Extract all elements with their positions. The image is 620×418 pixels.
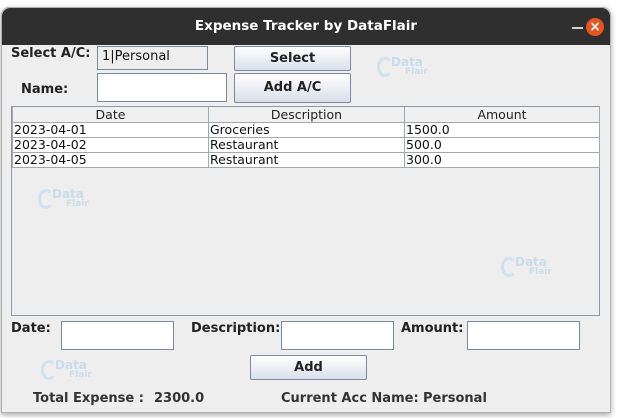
table-row[interactable]: 2023-04-02 Restaurant 500.0 <box>12 137 600 153</box>
account-select-field[interactable]: 1|Personal <box>97 46 208 70</box>
table-row[interactable]: 2023-04-01 Groceries 1500.0 <box>12 122 600 138</box>
table-row[interactable]: 2023-04-05 Restaurant 300.0 <box>12 152 600 168</box>
column-header-amount[interactable]: Amount <box>404 107 600 123</box>
expense-table-panel[interactable]: Date Description Amount 2023-04-01 Groce… <box>11 106 600 316</box>
date-input[interactable] <box>61 321 174 350</box>
description-input[interactable] <box>281 321 394 350</box>
cell-date[interactable]: 2023-04-05 <box>12 152 209 168</box>
description-label: Description: <box>191 321 281 336</box>
dataflair-watermark: Data Flair <box>38 188 89 209</box>
cell-date[interactable]: 2023-04-01 <box>12 122 209 138</box>
account-name-input[interactable] <box>97 73 227 102</box>
amount-input[interactable] <box>467 321 580 350</box>
dataflair-watermark: Data Flair <box>41 359 92 380</box>
table-header-row: Date Description Amount <box>12 107 600 123</box>
date-label: Date: <box>11 321 51 336</box>
select-account-label: Select A/C: <box>11 46 91 61</box>
current-account-label: Current Acc Name: <box>281 391 419 406</box>
name-label: Name: <box>21 82 69 97</box>
window-title: Expense Tracker by DataFlair <box>194 18 418 34</box>
minimize-icon[interactable] <box>570 19 584 33</box>
cell-description[interactable]: Groceries <box>208 122 405 138</box>
cell-description[interactable]: Restaurant <box>208 152 405 168</box>
cell-date[interactable]: 2023-04-02 <box>12 137 209 153</box>
add-expense-button[interactable]: Add <box>250 355 367 380</box>
dataflair-watermark: Data Flair <box>377 56 428 77</box>
close-icon[interactable]: × <box>586 18 604 36</box>
select-button[interactable]: Select <box>234 46 351 71</box>
cell-amount[interactable]: 500.0 <box>404 137 600 153</box>
app-window: Expense Tracker by DataFlair × Select A/… <box>1 7 611 413</box>
total-expense-value: 2300.0 <box>154 391 205 406</box>
cell-amount[interactable]: 300.0 <box>404 152 600 168</box>
dataflair-watermark: Data Flair <box>501 256 552 277</box>
cell-description[interactable]: Restaurant <box>208 137 405 153</box>
cell-amount[interactable]: 1500.0 <box>404 122 600 138</box>
current-account-value: Personal <box>423 391 487 406</box>
column-header-date[interactable]: Date <box>12 107 209 123</box>
title-bar: Expense Tracker by DataFlair × <box>2 8 610 45</box>
column-header-description[interactable]: Description <box>208 107 405 123</box>
amount-label: Amount: <box>401 321 464 336</box>
add-account-button[interactable]: Add A/C <box>234 73 351 103</box>
expense-table: Date Description Amount 2023-04-01 Groce… <box>12 107 600 168</box>
total-expense-label: Total Expense : <box>33 391 144 406</box>
